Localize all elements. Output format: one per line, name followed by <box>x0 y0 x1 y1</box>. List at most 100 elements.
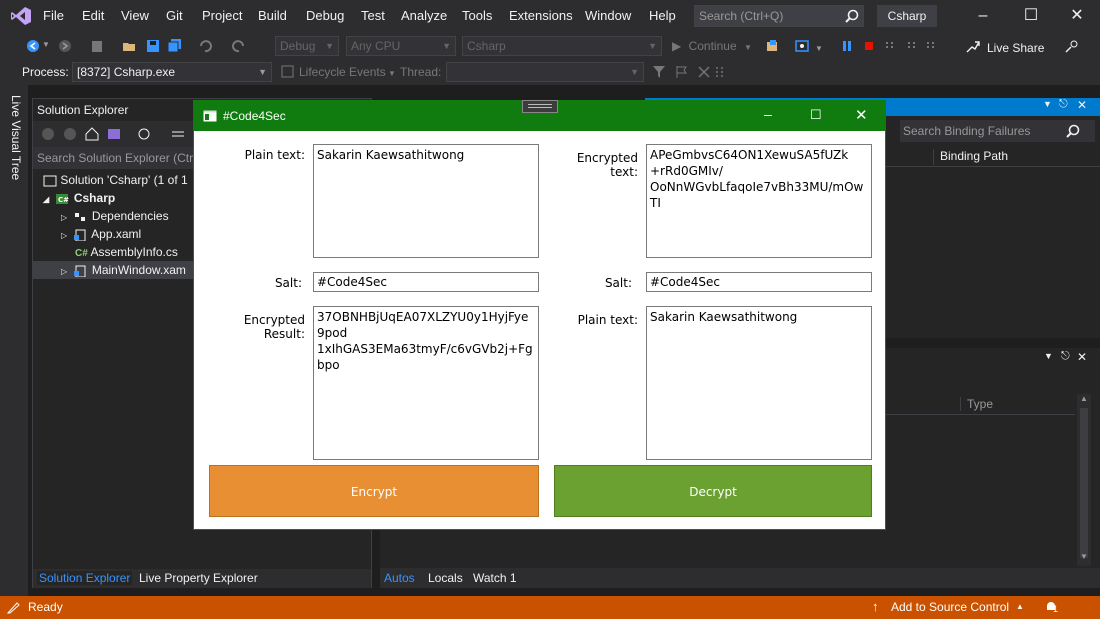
visual-studio-logo-icon[interactable] <box>10 6 32 26</box>
plain-text-input[interactable]: Sakarin Kaewsathitwong <box>313 144 539 258</box>
tree-item-app-xaml[interactable]: ▷ App.xaml <box>61 227 141 242</box>
redo-icon[interactable] <box>232 39 246 53</box>
search-placeholder: Search (Ctrl+Q) <box>699 9 784 23</box>
menu-git[interactable]: Git <box>166 8 183 23</box>
scroll-up-icon[interactable]: ▲ <box>1080 394 1088 403</box>
salt-label: Salt: <box>604 276 632 290</box>
menu-test[interactable]: Test <box>361 8 385 23</box>
add-to-source-control-button[interactable]: Add to Source Control <box>891 600 1009 614</box>
menu-file[interactable]: File <box>43 8 64 23</box>
save-all-icon[interactable] <box>168 39 182 53</box>
menu-tools[interactable]: Tools <box>462 8 492 23</box>
chevron-down-icon[interactable]: ▼ <box>388 69 396 78</box>
tab-locals[interactable]: Locals <box>428 571 463 585</box>
chevron-up-icon[interactable]: ▲ <box>1016 602 1024 611</box>
switch-views-icon[interactable] <box>107 127 121 141</box>
stop-icon[interactable] <box>862 39 876 53</box>
attach-process-icon[interactable] <box>765 39 779 53</box>
continue-button[interactable]: ▶ Continue ▼ <box>672 39 752 53</box>
column-binding-path[interactable]: Binding Path <box>933 149 1008 165</box>
open-folder-icon[interactable] <box>122 39 136 53</box>
startup-project-dropdown[interactable]: Csharp ▼ <box>462 36 662 56</box>
configuration-dropdown[interactable]: Debug ▼ <box>275 36 339 56</box>
feedback-icon[interactable] <box>1065 39 1079 53</box>
platform-dropdown[interactable]: Any CPU ▼ <box>346 36 456 56</box>
tab-autos[interactable]: Autos <box>384 571 415 585</box>
back-icon[interactable] <box>26 39 40 53</box>
menu-analyze[interactable]: Analyze <box>401 8 447 23</box>
scrollbar-thumb[interactable] <box>1080 408 1088 558</box>
pause-icon[interactable] <box>840 39 854 53</box>
tree-item-label: Solution 'Csharp' (1 of 1 <box>60 173 188 187</box>
chevron-down-icon[interactable]: ▼ <box>815 44 823 53</box>
window-minimize-button[interactable]: – <box>764 106 772 122</box>
chevron-down-icon[interactable]: ▼ <box>1043 99 1052 109</box>
menu-project[interactable]: Project <box>202 8 242 23</box>
show-threads-icon[interactable] <box>697 65 711 79</box>
salt-input[interactable]: #Code4Sec <box>313 272 539 292</box>
tree-item-project[interactable]: ◢ C# Csharp <box>43 191 115 205</box>
pin-icon[interactable]: ⎋ <box>1059 98 1068 111</box>
pin-icon[interactable]: ⎋ <box>1061 350 1070 363</box>
menu-edit[interactable]: Edit <box>82 8 104 23</box>
back-dropdown-icon[interactable]: ▼ <box>42 40 50 49</box>
tab-live-property-explorer[interactable]: Live Property Explorer <box>139 571 258 585</box>
menu-help[interactable]: Help <box>649 8 676 23</box>
salt-input[interactable]: #Code4Sec <box>646 272 872 292</box>
chevron-down-icon: ▼ <box>442 41 451 51</box>
window-maximize-button[interactable]: ☐ <box>810 107 822 123</box>
encrypt-button[interactable]: Encrypt <box>209 465 539 517</box>
menu-build[interactable]: Build <box>258 8 287 23</box>
encrypted-result-output[interactable]: 37OBNHBjUqEA07XLZYU0y1HyjFye9pod 1xIhGAS… <box>313 306 539 460</box>
filter-icon[interactable] <box>652 65 666 79</box>
home-icon[interactable] <box>85 127 99 141</box>
pending-changes-icon[interactable] <box>137 127 151 141</box>
close-icon[interactable]: ✕ <box>1077 350 1087 364</box>
forward-icon[interactable] <box>63 127 77 141</box>
search-box[interactable]: Search (Ctrl+Q) <box>694 5 864 27</box>
tab-watch-1[interactable]: Watch 1 <box>473 571 517 585</box>
back-icon[interactable] <box>41 127 55 141</box>
new-project-icon[interactable] <box>90 39 104 53</box>
step-over-icon[interactable] <box>906 39 920 53</box>
binding-search-field[interactable]: Search Binding Failures <box>900 120 1095 142</box>
chevron-down-icon[interactable]: ▼ <box>1044 351 1053 361</box>
restart-icon[interactable] <box>884 39 898 53</box>
flag-thread-icon[interactable] <box>675 65 689 79</box>
close-icon[interactable]: ✕ <box>1077 98 1087 112</box>
decrypt-button[interactable]: Decrypt <box>554 465 872 517</box>
undo-icon[interactable] <box>198 39 212 53</box>
lifecycle-events-button[interactable]: Lifecycle Events <box>299 65 386 79</box>
forward-icon[interactable] <box>58 39 72 53</box>
live-visual-tree-tab[interactable]: Live Visual Tree <box>9 95 23 180</box>
close-button[interactable]: ✕ <box>1062 6 1092 26</box>
tree-item-solution[interactable]: Solution 'Csharp' (1 of 1 <box>43 173 188 187</box>
vertical-scrollbar[interactable]: ▲ ▼ <box>1077 394 1091 566</box>
minimize-button[interactable]: – <box>968 6 998 26</box>
process-dropdown[interactable]: [8372] Csharp.exe ▼ <box>72 62 272 82</box>
window-close-button[interactable]: ✕ <box>855 106 868 124</box>
thread-dropdown[interactable]: ▼ <box>446 62 644 82</box>
drag-handle[interactable] <box>522 100 558 113</box>
step-into-icon[interactable] <box>925 39 939 53</box>
tab-solution-explorer[interactable]: Solution Explorer <box>37 571 133 585</box>
plain-text-label: Plain text: <box>244 148 305 162</box>
live-share-button[interactable]: Live Share <box>987 41 1044 55</box>
sync-icon[interactable] <box>171 127 185 141</box>
menu-extensions[interactable]: Extensions <box>509 8 573 23</box>
column-type[interactable]: Type <box>960 397 993 411</box>
browser-link-icon[interactable] <box>795 39 809 53</box>
encrypted-text-input[interactable]: APeGmbvsC64ON1XewuSA5fUZk +rRd0GMIv/ OoN… <box>646 144 872 258</box>
more-options-icon[interactable] <box>714 65 728 79</box>
window-title: #Code4Sec <box>223 109 286 123</box>
save-icon[interactable] <box>146 39 160 53</box>
menu-view[interactable]: View <box>121 8 149 23</box>
tree-item-assemblyinfo[interactable]: C# AssemblyInfo.cs <box>75 245 178 259</box>
menu-window[interactable]: Window <box>585 8 631 23</box>
tree-item-mainwindow[interactable]: ▷ MainWindow.xam <box>61 263 186 278</box>
decrypted-plain-text-output[interactable]: Sakarin Kaewsathitwong <box>646 306 872 460</box>
maximize-button[interactable]: ☐ <box>1016 6 1046 26</box>
tree-item-dependencies[interactable]: ▷ Dependencies <box>61 209 169 223</box>
menu-debug[interactable]: Debug <box>306 8 344 23</box>
scroll-down-icon[interactable]: ▼ <box>1080 552 1088 561</box>
